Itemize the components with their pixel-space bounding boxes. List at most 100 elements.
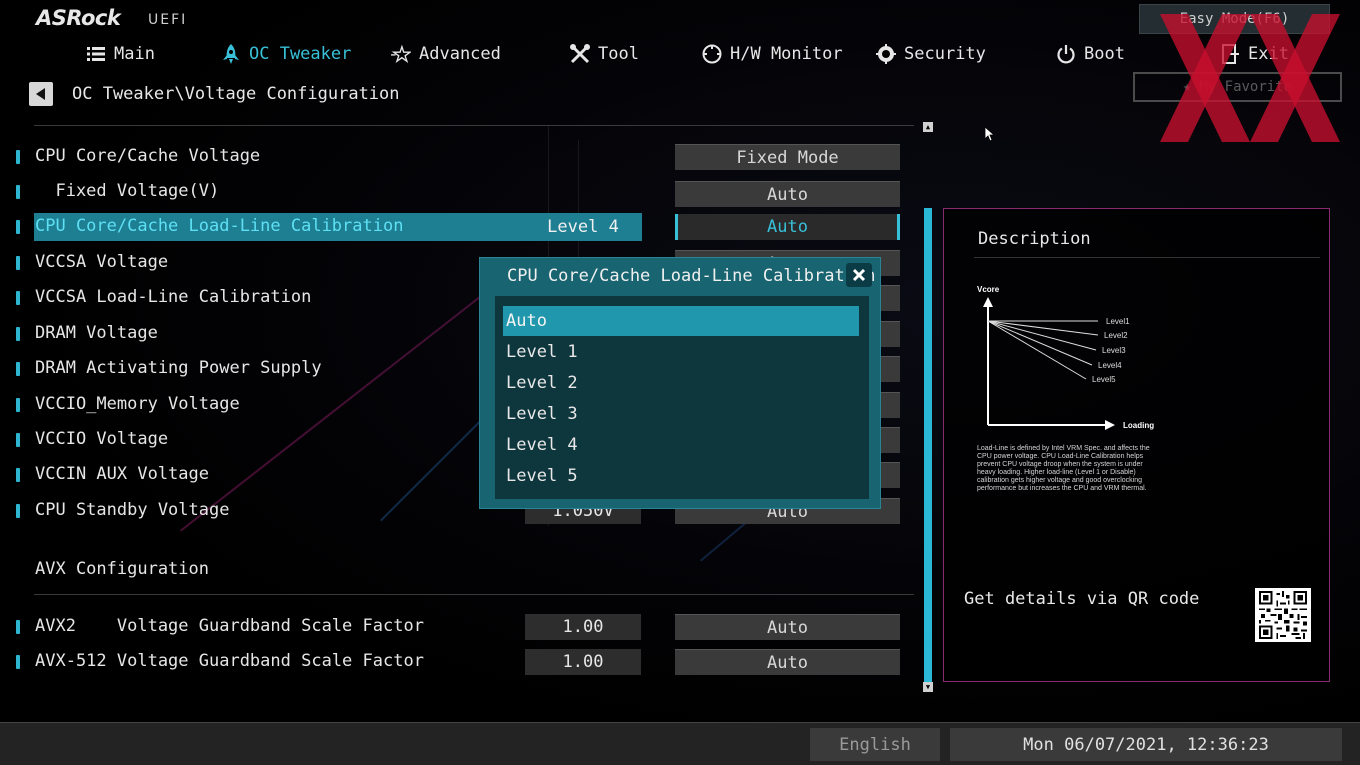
nav-label: Main — [114, 44, 155, 64]
diagram-x-label: Loading — [1123, 421, 1154, 430]
setting-label: VCCIO Voltage — [35, 429, 169, 449]
option-popup-dialog: CPU Core/Cache Load-Line Calibration Aut… — [479, 257, 881, 509]
description-title: Description — [978, 229, 1091, 249]
nav-boot[interactable]: Boot — [1056, 42, 1125, 66]
list-icon — [86, 44, 106, 64]
setting-row-avx2-guardband[interactable]: AVX2 Voltage Guardband Scale Factor 1.00… — [0, 613, 910, 641]
nav-label: Tool — [598, 44, 639, 64]
breadcrumb: OC Tweaker\Voltage Configuration — [72, 84, 400, 104]
popup-option-level-1[interactable]: Level 1 — [503, 337, 859, 367]
setting-label: VCCIN AUX Voltage — [35, 464, 209, 484]
scrollbar[interactable]: ▲ ▼ — [923, 122, 933, 692]
setting-label: VCCSA Voltage — [35, 252, 169, 272]
row-marker — [16, 504, 20, 518]
setting-row-fixed-voltage[interactable]: Fixed Voltage(V) Auto — [0, 178, 910, 207]
qr-caption: Get details via QR code — [964, 589, 1200, 609]
setting-row-cpu-llc[interactable]: CPU Core/Cache Load-Line Calibration Lev… — [0, 213, 910, 241]
llc-diagram: Vcore Loading Level1 Level2 Level3 Level… — [977, 285, 1154, 430]
shield-gear-icon — [876, 44, 896, 64]
uefi-label: UEFI — [148, 12, 188, 28]
scroll-down-arrow-icon[interactable]: ▼ — [923, 682, 933, 692]
arrow-left-icon — [36, 88, 45, 100]
datetime-display: Mon 06/07/2021, 12:36:23 — [950, 728, 1342, 761]
nav-label: Advanced — [419, 44, 501, 64]
asrock-logo: ASRock — [36, 6, 121, 30]
popup-option-level-3[interactable]: Level 3 — [503, 399, 859, 429]
setting-value[interactable]: 1.00 — [525, 649, 641, 675]
row-marker — [16, 468, 20, 482]
row-marker — [16, 185, 20, 199]
nav-oc-tweaker[interactable]: OC Tweaker — [221, 42, 351, 66]
setting-label: CPU Core/Cache Load-Line Calibration — [35, 216, 404, 236]
setting-option-button[interactable]: Auto — [675, 614, 900, 640]
row-marker — [16, 398, 20, 412]
qr-code-icon — [1259, 591, 1307, 639]
close-button[interactable] — [846, 263, 872, 287]
setting-label: CPU Standby Voltage — [35, 500, 230, 520]
popup-option-list: Auto Level 1 Level 2 Level 3 Level 4 Lev… — [495, 296, 869, 499]
description-panel: Description Vcore Loading Level1 Level2 … — [943, 208, 1330, 682]
setting-label: Fixed Voltage(V) — [35, 181, 220, 201]
divider — [974, 257, 1320, 258]
setting-label: AVX2 Voltage Guardband Scale Factor — [35, 616, 424, 636]
setting-value[interactable]: 1.00 — [525, 614, 641, 640]
row-marker — [16, 291, 20, 305]
qr-code[interactable] — [1255, 588, 1311, 642]
close-icon — [852, 268, 866, 282]
back-button[interactable] — [29, 82, 53, 106]
bios-screen: ASRock UEFI Main OC Tweaker Advanced Too… — [0, 0, 1360, 765]
diagram-level-label: Level4 — [1098, 361, 1122, 370]
divider — [34, 125, 914, 126]
row-marker — [16, 655, 20, 669]
nav-label: H/W Monitor — [730, 44, 843, 64]
row-marker — [16, 433, 20, 447]
setting-option-button[interactable]: Auto — [675, 181, 900, 207]
language-button[interactable]: English — [810, 728, 940, 761]
divider — [34, 594, 914, 595]
setting-value: Level 4 — [547, 217, 619, 237]
row-marker — [16, 150, 20, 164]
row-marker — [16, 620, 20, 634]
nav-advanced[interactable]: Advanced — [391, 42, 501, 66]
setting-label: DRAM Voltage — [35, 323, 158, 343]
setting-option-button[interactable]: Auto — [675, 214, 900, 240]
popup-option-auto[interactable]: Auto — [503, 306, 859, 336]
setting-label: CPU Core/Cache Voltage — [35, 146, 261, 166]
watermark-xx-logo — [1160, 14, 1340, 142]
nav-tool[interactable]: Tool — [570, 42, 639, 66]
diagram-level-label: Level1 — [1106, 317, 1130, 326]
nav-main[interactable]: Main — [86, 42, 155, 66]
star-icon — [391, 44, 411, 64]
setting-label: DRAM Activating Power Supply — [35, 358, 322, 378]
nav-label: Boot — [1084, 44, 1125, 64]
popup-option-level-5[interactable]: Level 5 — [503, 461, 859, 491]
setting-label: VCCIO_Memory Voltage — [35, 394, 240, 414]
setting-option-button[interactable]: Fixed Mode — [675, 144, 900, 170]
popup-option-level-2[interactable]: Level 2 — [503, 368, 859, 398]
scrollbar-thumb[interactable] — [924, 208, 932, 684]
tools-icon — [570, 44, 590, 64]
setting-row-avx512-guardband[interactable]: AVX-512 Voltage Guardband Scale Factor 1… — [0, 648, 910, 676]
diagram-level-label: Level3 — [1102, 346, 1126, 355]
diagram-level-label: Level2 — [1104, 331, 1128, 340]
nav-label: Security — [904, 44, 986, 64]
nav-hw-monitor[interactable]: H/W Monitor — [702, 42, 843, 66]
diagram-level-label: Level5 — [1092, 375, 1116, 384]
scroll-up-arrow-icon[interactable]: ▲ — [923, 122, 933, 132]
nav-label: OC Tweaker — [249, 44, 352, 64]
popup-option-level-4[interactable]: Level 4 — [503, 430, 859, 460]
row-marker — [16, 362, 20, 376]
row-marker — [16, 220, 20, 234]
setting-label: VCCSA Load-Line Calibration — [35, 287, 312, 307]
description-text: Load-Line is defined by Intel VRM Spec. … — [977, 445, 1150, 492]
mouse-cursor-icon — [985, 127, 995, 142]
setting-row-cpu-core-cache-voltage[interactable]: CPU Core/Cache Voltage Fixed Mode — [0, 143, 910, 171]
nav-security[interactable]: Security — [876, 42, 986, 66]
diagram-y-label: Vcore — [977, 285, 1000, 294]
section-heading-avx: AVX Configuration — [35, 559, 209, 579]
setting-option-button[interactable]: Auto — [675, 649, 900, 675]
row-marker — [16, 327, 20, 341]
popup-title: CPU Core/Cache Load-Line Calibration — [507, 266, 876, 286]
monitor-icon — [702, 44, 722, 64]
row-marker — [16, 256, 20, 270]
